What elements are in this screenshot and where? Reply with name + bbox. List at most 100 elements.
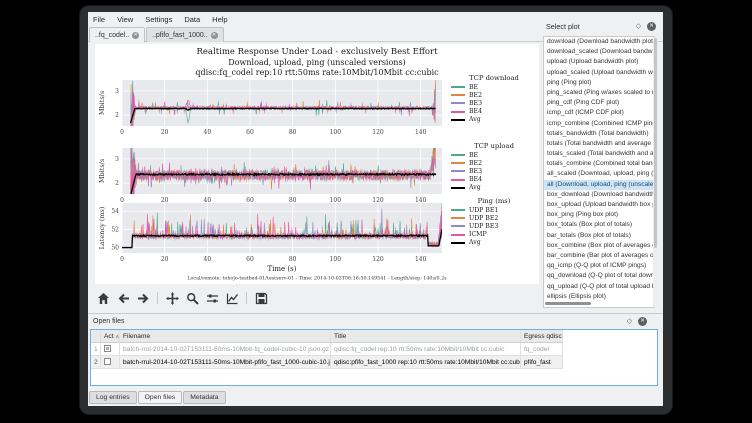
plot-subtitle: Download, upload, ping (unscaled version… — [95, 58, 539, 67]
active-checkbox-cell[interactable] — [101, 356, 120, 368]
legend-line-swatch — [451, 86, 465, 88]
plot-list-item[interactable]: qq_upload (Q-Q plot of total upload ban — [544, 282, 654, 292]
float-panel-icon[interactable]: ◇ — [634, 22, 643, 31]
close-panel-icon[interactable]: ✕ — [647, 22, 656, 31]
select-plot-panel: Select plot ◇ ✕ download (Download bandw… — [543, 14, 659, 312]
dock-tab-bar: Log entries Open files Metadata — [89, 391, 227, 405]
plot-list-item[interactable]: icmp_cdf (ICMP CDF plot) — [544, 108, 654, 118]
plot-list-item[interactable]: download (Download bandwidth plot) — [544, 37, 654, 47]
plot-list-item[interactable]: ping_scaled (Ping w/axes scaled to remo — [544, 88, 654, 98]
configure-subplots-icon[interactable] — [204, 290, 220, 306]
sort-ascending-icon: ∧ — [116, 334, 120, 340]
legend-line-swatch — [451, 179, 465, 181]
column-header[interactable] — [91, 330, 101, 342]
plot-list-item[interactable]: bar_totals (Box plot of totals) — [544, 231, 654, 241]
legend-line-swatch — [451, 187, 465, 189]
menu-file[interactable]: File — [93, 15, 105, 24]
scrollbar-thumb[interactable] — [654, 38, 657, 248]
active-checkbox[interactable] — [104, 345, 111, 352]
plot-list-item[interactable]: all (Download, upload, ping (unscaled ve — [544, 180, 654, 190]
tab-metadata[interactable]: Metadata — [183, 391, 225, 404]
float-panel-icon[interactable]: ◇ — [625, 317, 634, 326]
legend-label: BE4 — [469, 176, 482, 183]
tab-open-files[interactable]: Open files — [138, 391, 183, 404]
legend-label: Avg — [469, 116, 481, 123]
menu-data[interactable]: Data — [184, 15, 200, 24]
plot-list-item[interactable]: ellipsis (Ellipsis plot) — [544, 292, 654, 302]
table-cell: 1 — [91, 343, 101, 355]
plot-list-item[interactable]: ping (Ping plot) — [544, 78, 654, 88]
legend-label: Avg — [469, 184, 481, 191]
tab-fq-codel[interactable]: ..fq_codel.. ✕ — [89, 27, 145, 42]
pan-icon[interactable] — [164, 290, 180, 306]
legend-entry: BE4 — [451, 176, 537, 184]
home-icon[interactable] — [95, 290, 111, 306]
edit-axes-icon[interactable] — [224, 290, 240, 306]
close-icon[interactable]: ✕ — [211, 32, 218, 39]
column-header[interactable]: Act∧ — [101, 330, 120, 342]
legend-line-swatch — [451, 154, 465, 156]
plot-list-item[interactable]: totals_bandwidth (Total bandwidth) — [544, 129, 654, 139]
plot-list-item[interactable]: box_upload (Upload bandwidth box plo — [544, 200, 654, 210]
plot-list-item[interactable]: all_scaled (Download, upload, ping (scal — [544, 169, 654, 179]
column-header[interactable]: Egress qdisc — [521, 330, 563, 342]
plot-list-item[interactable]: bar_combine (Bar plot of averages of se — [544, 251, 654, 261]
table-cell: batch-rrul-2014-10-02T153111-50ms-10Mbit… — [120, 356, 331, 368]
plot-list-item[interactable]: ping_cdf (Ping CDF plot) — [544, 98, 654, 108]
active-checkbox[interactable] — [104, 358, 111, 365]
plot-list-item[interactable]: box_ping (Ping box plot) — [544, 210, 654, 220]
plot-list-item[interactable]: upload (Upload bandwidth plot) — [544, 57, 654, 67]
plot-list-item[interactable]: totals_scaled (Total bandwidth and aver — [544, 149, 654, 159]
table-cell: pfifo_fast — [521, 356, 563, 368]
legend-entry: BE — [451, 151, 537, 159]
legend-ping: Ping (ms)UDP BE1UDP BE2UDP BE3ICMPAvg — [451, 197, 537, 247]
close-panel-icon[interactable]: ✕ — [638, 317, 647, 326]
legend-entry: BE — [451, 83, 537, 91]
close-icon[interactable]: ✕ — [132, 32, 139, 39]
tab-label: ..fq_codel.. — [95, 32, 129, 39]
menu-view[interactable]: View — [117, 15, 133, 24]
tab-pfifo-fast[interactable]: ..pfifo_fast_1000.. ✕ — [146, 27, 224, 42]
legend-label: BE — [469, 84, 478, 91]
save-icon[interactable] — [253, 290, 269, 306]
plot-list-item[interactable]: box_totals (Box plot of totals) — [544, 220, 654, 230]
legend-entry: UDP BE1 — [451, 206, 537, 214]
plot-list-item[interactable]: qq_download (Q-Q plot of total downloa — [544, 271, 654, 281]
active-checkbox-cell[interactable] — [101, 343, 120, 355]
plot-type-list[interactable]: download (Download bandwidth plot)downlo… — [543, 36, 655, 308]
plot-list-item[interactable]: box_download (Download bandwidth b — [544, 190, 654, 200]
plot-list-item[interactable]: box_combine (Box plot of averages of se — [544, 241, 654, 251]
plot-list-item[interactable]: icmp_combine (Combined ICMP ping pl — [544, 119, 654, 129]
horizontal-scrollbar[interactable] — [545, 302, 591, 305]
legend-label: BE2 — [469, 92, 482, 99]
legend-label: BE — [469, 152, 478, 159]
table-row[interactable]: 2batch-rrul-2014-10-02T153111-50ms-10Mbi… — [91, 356, 563, 369]
plot-list-item[interactable]: qq_icmp (Q-Q plot of ICMP pings) — [544, 261, 654, 271]
menu-settings[interactable]: Settings — [145, 15, 172, 24]
plot-list-item[interactable]: totals (Total bandwidth and average pin — [544, 139, 654, 149]
legend-entry: Avg — [451, 116, 537, 124]
legend-line-swatch — [451, 209, 465, 211]
select-plot-title: Select plot — [546, 22, 580, 31]
plot-list-item[interactable]: download_scaled (Download bandwidt — [544, 47, 654, 57]
legend-line-swatch — [451, 94, 465, 96]
plot-list-item[interactable]: upload_scaled (Upload bandwidth w/ax — [544, 68, 654, 78]
table-cell: fq_codel — [521, 343, 563, 355]
legend-entry: Avg — [451, 239, 537, 247]
legend-label: UDP BE1 — [469, 207, 498, 214]
open-files-table: Act∧FilenameTitleEgress qdisc1batch-rrul… — [90, 329, 658, 386]
zoom-icon[interactable] — [184, 290, 200, 306]
menu-help[interactable]: Help — [212, 15, 227, 24]
forward-arrow-icon[interactable] — [135, 290, 151, 306]
toolbar-separator — [157, 292, 158, 304]
legend-entry: BE4 — [451, 108, 537, 116]
vertical-scrollbar[interactable] — [653, 37, 658, 307]
back-arrow-icon[interactable] — [115, 290, 131, 306]
plot-list-item[interactable]: totals_combine (Combined total bandw — [544, 159, 654, 169]
tab-log-entries[interactable]: Log entries — [89, 391, 137, 404]
table-row[interactable]: 1batch-rrul-2014-10-02T153111-50ms-10Mbi… — [91, 343, 563, 356]
legend-line-swatch — [451, 119, 465, 121]
column-header[interactable]: Filename — [120, 330, 331, 342]
column-header[interactable]: Title — [331, 330, 521, 342]
plot-figure: Realtime Response Under Load - exclusive… — [95, 44, 539, 284]
